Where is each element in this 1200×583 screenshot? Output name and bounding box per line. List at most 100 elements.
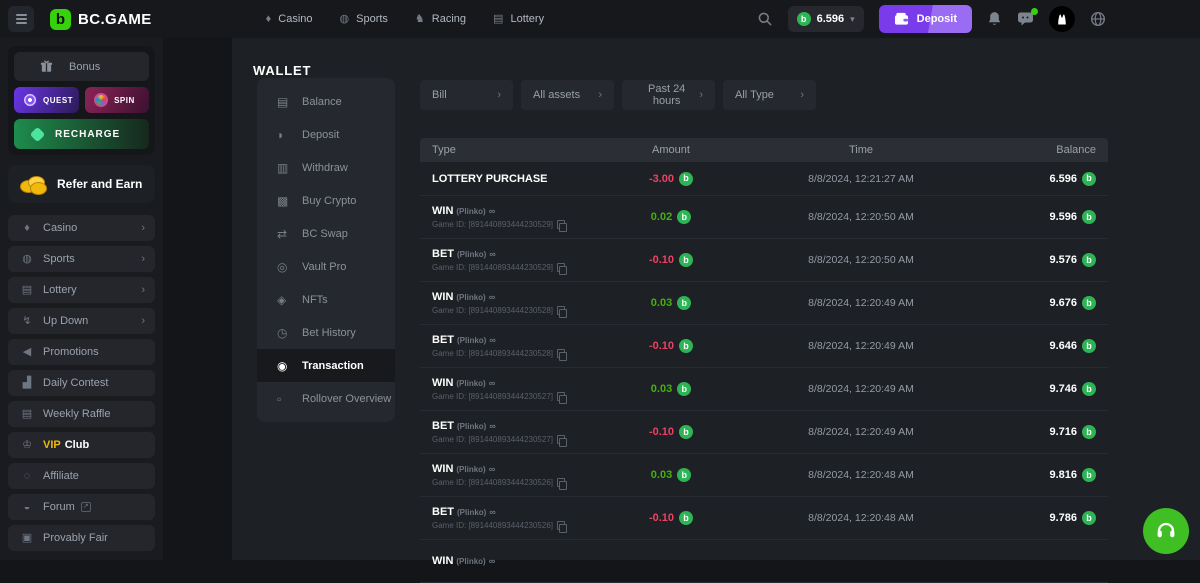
notifications-bell-icon[interactable] bbox=[987, 11, 1002, 27]
chevron-right-icon: › bbox=[141, 315, 145, 327]
sports-icon: ◍ bbox=[18, 254, 36, 265]
tx-time: 8/8/2024, 12:20:49 AM bbox=[808, 340, 914, 352]
sidebar-menu-item[interactable]: ▣ Provably Fair bbox=[8, 525, 155, 551]
link-icon[interactable]: ∞ bbox=[489, 292, 495, 302]
sidebar-menu-item[interactable]: ♦ Casino › bbox=[8, 215, 155, 241]
filter-dropdown[interactable]: Past 24 hours › bbox=[622, 80, 715, 110]
avatar[interactable] bbox=[1049, 6, 1075, 32]
tx-type: WIN bbox=[432, 377, 453, 389]
sidebar-menu-item[interactable]: ◍ Sports › bbox=[8, 246, 155, 272]
link-icon[interactable]: ∞ bbox=[489, 249, 495, 259]
col-balance: Balance bbox=[1056, 144, 1096, 156]
balance-pill[interactable]: b 6.596 ▾ bbox=[788, 6, 864, 32]
link-icon[interactable]: ∞ bbox=[489, 378, 495, 388]
copy-icon[interactable] bbox=[557, 306, 565, 315]
wallet-nav-item[interactable]: ◎ Vault Pro bbox=[257, 250, 395, 283]
copy-icon[interactable] bbox=[557, 349, 565, 358]
wallet-nav-item[interactable]: ⇄ BC Swap bbox=[257, 217, 395, 250]
quest-button[interactable]: QUEST bbox=[14, 87, 79, 113]
quest-label: QUEST bbox=[43, 96, 73, 105]
link-icon[interactable]: ∞ bbox=[489, 206, 495, 216]
sidebar-menu-item[interactable]: ◀ Promotions bbox=[8, 339, 155, 365]
topnav-item[interactable]: ♞ Racing bbox=[415, 13, 466, 25]
link-icon[interactable]: ∞ bbox=[489, 335, 495, 345]
bc-coin-icon: b bbox=[677, 468, 691, 482]
menu-label: Casino bbox=[43, 222, 77, 234]
wallet-nav-item[interactable]: ◈ NFTs bbox=[257, 283, 395, 316]
copy-icon[interactable] bbox=[557, 220, 565, 229]
topnav-item[interactable]: ▤ Lottery bbox=[493, 13, 544, 25]
chat-notification-dot bbox=[1031, 8, 1038, 15]
sidebar-menu-item[interactable]: ▤ Lottery › bbox=[8, 277, 155, 303]
sidebar-menu-item[interactable]: ▟ Daily Contest bbox=[8, 370, 155, 396]
refer-label: Refer and Earn bbox=[57, 177, 142, 191]
link-icon[interactable]: ∞ bbox=[489, 507, 495, 517]
menu-label: Forum bbox=[43, 501, 75, 513]
copy-icon[interactable] bbox=[557, 435, 565, 444]
bc-coin-icon: b bbox=[1082, 210, 1096, 224]
wallet-nav-item[interactable]: ◷ Bet History bbox=[257, 316, 395, 349]
copy-icon[interactable] bbox=[557, 263, 565, 272]
filter-dropdown[interactable]: Bill › bbox=[420, 80, 513, 110]
sports-icon: ◍ bbox=[340, 14, 350, 25]
topnav-item[interactable]: ◍ Sports bbox=[340, 13, 388, 25]
table-row: WIN (Plinko) ∞ bbox=[420, 540, 1108, 583]
sidebar-menu-item[interactable]: ◌ Affiliate bbox=[8, 463, 155, 489]
tx-time: 8/8/2024, 12:20:49 AM bbox=[808, 426, 914, 438]
wallet-nav-item[interactable]: ▫ Rollover Overview bbox=[257, 382, 395, 415]
link-icon[interactable]: ∞ bbox=[489, 556, 495, 566]
top-navigation: ♦ Casino ◍ Sports ♞ Racing ▤ Lottery bbox=[266, 13, 544, 25]
link-icon[interactable]: ∞ bbox=[489, 464, 495, 474]
refer-and-earn-button[interactable]: Refer and Earn bbox=[8, 165, 155, 203]
casino-icon: ♦ bbox=[18, 223, 36, 234]
transaction-icon: ◉ bbox=[277, 360, 293, 372]
tx-game: (Plinko) bbox=[457, 422, 486, 431]
filters-bar: Bill › All assets › Past 24 hours › All … bbox=[420, 80, 816, 110]
copy-icon[interactable] bbox=[557, 392, 565, 401]
copy-icon[interactable] bbox=[557, 521, 565, 530]
sidebar-menu-item[interactable]: ▤ Weekly Raffle bbox=[8, 401, 155, 427]
tx-game: (Plinko) bbox=[457, 508, 486, 517]
search-icon[interactable] bbox=[757, 11, 773, 27]
deposit-button[interactable]: Deposit bbox=[879, 5, 972, 33]
wallet-nav-item[interactable]: ◉ Transaction bbox=[257, 349, 395, 382]
filter-dropdown[interactable]: All Type › bbox=[723, 80, 816, 110]
wallet-nav-item[interactable]: ▤ Balance bbox=[257, 85, 395, 118]
chat-button[interactable] bbox=[1017, 11, 1034, 27]
tx-type: WIN bbox=[432, 291, 453, 303]
menu-toggle-button[interactable] bbox=[8, 6, 34, 32]
wallet-nav-item[interactable]: ▩ Buy Crypto bbox=[257, 184, 395, 217]
topnav-item[interactable]: ♦ Casino bbox=[266, 13, 313, 25]
promo-section: Bonus QUEST SPIN RECHARGE bbox=[8, 46, 155, 155]
bcgame-logo-icon: b bbox=[50, 9, 71, 30]
logo[interactable]: b BC.GAME bbox=[50, 9, 152, 30]
filter-dropdown[interactable]: All assets › bbox=[521, 80, 614, 110]
promotions-icon: ◀ bbox=[18, 347, 36, 358]
live-support-button[interactable] bbox=[1143, 508, 1189, 554]
sidebar-menu-item[interactable]: ↯ Up Down › bbox=[8, 308, 155, 334]
globe-language-icon[interactable] bbox=[1090, 11, 1106, 27]
copy-icon[interactable] bbox=[557, 478, 565, 487]
link-icon[interactable]: ∞ bbox=[489, 421, 495, 431]
col-time: Time bbox=[849, 144, 873, 156]
bonus-button[interactable]: Bonus bbox=[14, 52, 149, 81]
tx-amount: -0.10 b bbox=[649, 511, 693, 525]
sidebar-menu-item[interactable]: ♔ VIP Club bbox=[8, 432, 155, 458]
chevron-right-icon: › bbox=[141, 284, 145, 296]
table-row: BET (Plinko) ∞ Game ID: [891440893444230… bbox=[420, 239, 1108, 282]
recharge-button[interactable]: RECHARGE bbox=[14, 119, 149, 149]
sidebar-menu-item[interactable]: ◒ Forum ↗ bbox=[8, 494, 155, 520]
tx-type: BET bbox=[432, 334, 454, 346]
wallet-icon bbox=[894, 12, 909, 26]
filter-label: Past 24 hours bbox=[634, 83, 699, 107]
wallet-nav-item[interactable]: ◗ Deposit bbox=[257, 118, 395, 151]
external-link-icon: ↗ bbox=[81, 502, 91, 512]
provably-fair-icon: ▣ bbox=[18, 533, 36, 544]
table-row: WIN (Plinko) ∞ Game ID: [891440893444230… bbox=[420, 282, 1108, 325]
spin-button[interactable]: SPIN bbox=[85, 87, 149, 113]
tx-balance: 9.646 b bbox=[1049, 339, 1096, 353]
bc-coin-icon: b bbox=[1082, 468, 1096, 482]
topbar: b BC.GAME ♦ Casino ◍ Sports ♞ Racing ▤ L… bbox=[0, 0, 1200, 38]
wallet-nav-item[interactable]: ▥ Withdraw bbox=[257, 151, 395, 184]
bc-coin-icon: b bbox=[679, 172, 693, 186]
